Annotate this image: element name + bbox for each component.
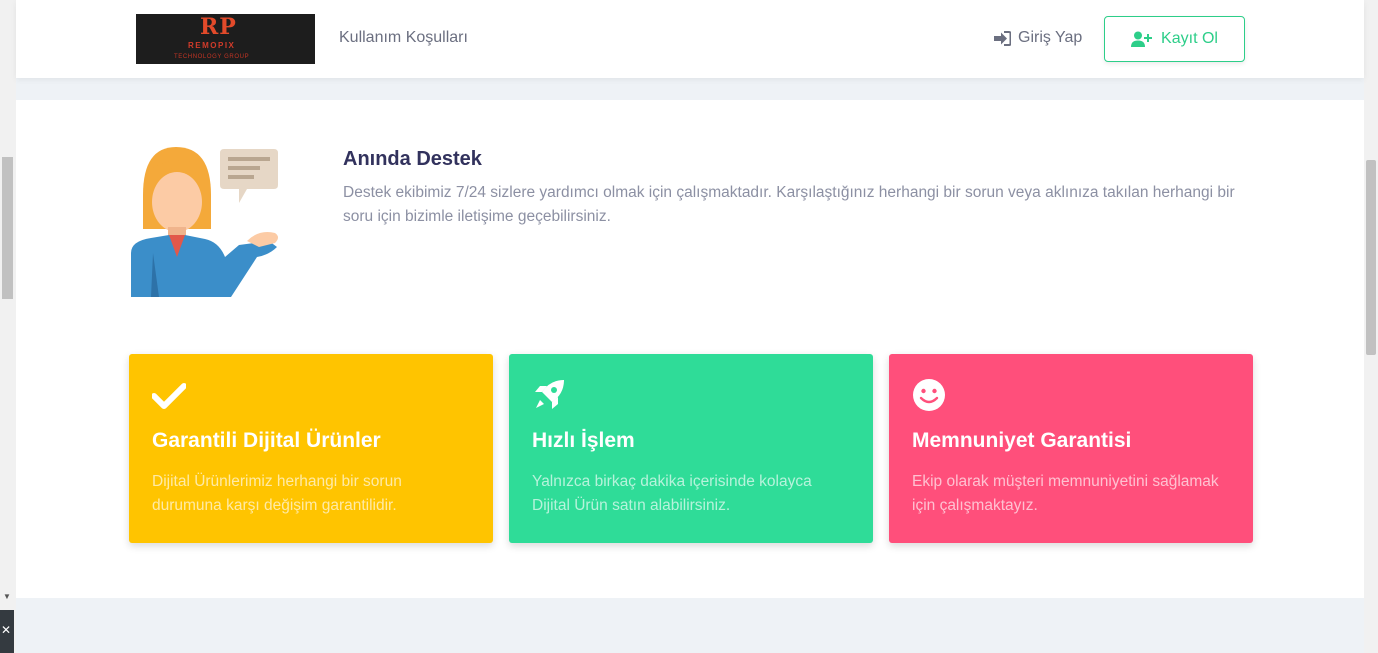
logo-initials: RP [200, 14, 237, 40]
register-label: Kayıt Ol [1161, 30, 1218, 47]
feature-title: Garantili Dijital Ürünler [152, 429, 381, 452]
feature-title: Memnuniyet Garantisi [912, 429, 1132, 452]
support-agent-icon [131, 147, 278, 297]
feature-text: Yalnızca birkaç dakika içerisinde kolayc… [532, 473, 812, 514]
terms-link[interactable]: Kullanım Koşulları [339, 29, 468, 47]
rocket-icon [535, 380, 564, 409]
sign-in-icon [994, 30, 1011, 46]
page-scrollbar[interactable] [1364, 0, 1378, 653]
feature-text: Dijital Ürünlerimiz herhangi bir sorun d… [152, 473, 402, 514]
register-button[interactable]: Kayıt Ol [1104, 16, 1245, 62]
user-plus-icon [1131, 31, 1153, 47]
login-label: Giriş Yap [1018, 29, 1083, 46]
feature-card-guarantee: Garantili Dijital Ürünler Dijital Ürünle… [129, 354, 493, 543]
support-description: Destek ekibimiz 7/24 sizlere yardımcı ol… [343, 184, 1235, 225]
page-scrollbar-thumb[interactable] [1366, 160, 1376, 355]
logo-name: REMOPIX [188, 41, 236, 50]
logo-tagline: TECHNOLOGY GROUP [174, 54, 250, 60]
features-section: Anında Destek Destek ekibimiz 7/24 sizle… [16, 100, 1364, 598]
site-header: RP REMOPIX TECHNOLOGY GROUP Kullanım Koş… [16, 0, 1364, 78]
scroll-down-arrow-icon[interactable]: ▼ [3, 592, 11, 601]
smile-icon [913, 379, 945, 411]
side-tab-close-icon[interactable]: ✕ [0, 610, 14, 653]
feature-text: Ekip olarak müşteri memnuniyetini sağlam… [912, 473, 1219, 514]
left-scrollbar-thumb[interactable] [2, 157, 13, 299]
feature-card-satisfaction: Memnuniyet Garantisi Ekip olarak müşteri… [889, 354, 1253, 543]
site-logo[interactable]: RP REMOPIX TECHNOLOGY GROUP [136, 14, 315, 64]
left-scrollbar[interactable]: ▼ [0, 0, 16, 653]
feature-title: Hızlı İşlem [532, 429, 635, 452]
feature-card-fast: Hızlı İşlem Yalnızca birkaç dakika içeri… [509, 354, 873, 543]
support-title: Anında Destek [343, 148, 482, 170]
login-link[interactable]: Giriş Yap [994, 29, 1082, 47]
check-icon [152, 383, 186, 409]
